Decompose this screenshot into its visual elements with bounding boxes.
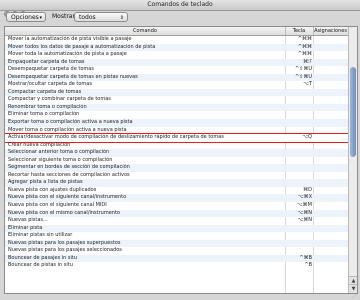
command-cell: Seleccionar siguiente toma o compilación [8, 156, 113, 163]
key-cell: ⌥⌘N [297, 209, 312, 216]
table-row[interactable]: Nuevas pistas... ⌥⌘N [5, 217, 348, 225]
options-menu-button[interactable]: Opciones ▾ [6, 12, 46, 22]
command-cell: Compactar y combinar carpeta de tomas [8, 96, 111, 103]
table-row-highlighted[interactable]: Activar/desactivar modo de compilación d… [5, 133, 349, 142]
chevron-down-icon: ▾ [39, 15, 42, 21]
table-row[interactable]: Recortar hasta secciones de compilación … [5, 172, 348, 180]
command-cell: Seleccionar anterior toma o compilación [8, 149, 110, 156]
table-row[interactable]: Seleccionar siguiente toma o compilación [5, 157, 348, 165]
command-cell: Mostrar/ocultar carpeta de tomas [8, 81, 92, 88]
table-row[interactable]: Seleccionar anterior toma o compilación [5, 149, 348, 157]
window-title: Comandos de teclado [147, 1, 213, 8]
command-cell: Nuevas pistas... [8, 217, 48, 224]
column-header-command[interactable]: Comando [5, 27, 286, 35]
key-cell: ⌘ℱ [303, 58, 312, 65]
table-row[interactable]: Bouncear de pistas in situ ^B [5, 262, 348, 270]
command-cell: Nueva pista con el siguiente canal MIDI [8, 202, 107, 209]
key-cell: ^⌘⌘ [297, 36, 312, 42]
key-cell: ^⌘⌘ [297, 43, 312, 50]
command-cell: Desempaquetar carpeta de tomas en pistas… [8, 73, 138, 80]
command-cell: Recortar hasta secciones de compilación … [8, 171, 130, 178]
commands-table: Comando Tecla Asignaciones Mover la auto… [4, 26, 358, 294]
key-cell: ⌥T [303, 81, 312, 88]
key-cell: ⌥⌘X [297, 194, 312, 201]
table-row[interactable]: Renombrar toma o compilación [5, 103, 348, 112]
table-row[interactable]: Eliminar toma o compilación [5, 111, 348, 119]
key-cell: ⌥⌘N [297, 217, 312, 224]
table-row[interactable]: Nueva pista con ajustes duplicados ⌘D [5, 187, 348, 195]
table-row[interactable]: Nueva pista con el siguiente canal/instr… [5, 194, 348, 203]
command-cell: Exportar toma o compilación activa a nue… [8, 119, 133, 126]
command-cell: Nueva pista con el mismo canal/instrumen… [8, 209, 120, 216]
table-row[interactable]: Crear nueva compilación [5, 142, 348, 150]
table-row[interactable]: Mover todos los datos de pasaje a automa… [5, 43, 348, 52]
table-row[interactable]: Eliminar pistas sin utilizar [5, 232, 348, 240]
table-row[interactable]: Eliminar pista [5, 224, 348, 233]
command-cell: Bouncear de pistas in situ [8, 262, 73, 269]
command-cell: Compactar carpeta de tomas [8, 88, 82, 95]
table-row[interactable]: Desempaquetar carpeta de tomas en pistas… [5, 73, 348, 82]
title-bar: Comandos de teclado [0, 0, 360, 17]
show-select-value: todos [79, 14, 96, 21]
table-row[interactable]: Nuevas pistas para los pasajes superpues… [5, 239, 348, 248]
table-row[interactable]: Nuevas pistas para los pasajes seleccion… [5, 247, 348, 255]
table-row[interactable]: Compactar carpeta de tomas [5, 88, 348, 97]
scrollbar-thumb[interactable] [350, 67, 356, 157]
command-cell: Desempaquetar carpeta de tomas [8, 66, 94, 73]
table-row[interactable]: Mostrar/ocultar carpeta de tomas ⌥T [5, 81, 348, 89]
show-select[interactable]: todos ⇕ [74, 12, 128, 22]
key-cell: ^B [304, 262, 312, 269]
command-cell: Nuevas pistas para los pasajes seleccion… [8, 247, 122, 254]
command-cell: Nueva pista con el siguiente canal/instr… [8, 194, 127, 201]
command-cell: Nueva pista con ajustes duplicados [8, 186, 97, 193]
table-body: Mover la automatización de pista visible… [5, 36, 349, 270]
command-cell: Mover todos los datos de pasaje a automa… [8, 43, 156, 50]
table-row[interactable]: Mover toma o compilación activa a nueva … [5, 127, 348, 135]
table-row[interactable]: Mover la automatización de pista visible… [5, 36, 348, 44]
toolbar: Opciones ▾ Mostrar: todos ⇕ [0, 11, 360, 24]
column-header-key[interactable]: Tecla [285, 27, 314, 35]
key-cell: ⌥⌘M [296, 202, 312, 209]
command-cell: Crear nueva compilación [8, 141, 71, 148]
table-row[interactable]: Exportar toma o compilación activa a nue… [5, 119, 348, 127]
table-header: Comando Tecla Asignaciones [5, 27, 348, 36]
key-cell: ^⌘B [299, 254, 312, 261]
column-header-assignments[interactable]: Asignaciones [313, 27, 348, 35]
command-cell: Segmentar en bordes de sección de compil… [8, 164, 130, 171]
keyboard-commands-window: Comandos de teclado Opciones ▾ Mostrar: … [0, 0, 360, 300]
key-cell: ⌘D [303, 186, 312, 193]
options-label: Opciones [11, 14, 39, 21]
table-row[interactable]: Segmentar en bordes de sección de compil… [5, 164, 348, 172]
key-cell: ⌥Q [302, 134, 312, 141]
table-row[interactable]: Compactar y combinar carpeta de tomas [5, 96, 348, 104]
command-cell: Mover toma o compilación activa a nueva … [8, 126, 127, 133]
table-row[interactable]: Nueva pista con el mismo canal/instrumen… [5, 209, 348, 218]
command-cell: Nuevas pistas para los pasajes superpues… [8, 239, 121, 246]
command-cell: Agregar pista a lista de pistas [8, 179, 83, 186]
command-cell: Activar/desactivar modo de compilación d… [8, 134, 224, 141]
command-cell: Mover toda la automatización de pista a … [8, 51, 127, 58]
command-cell: Eliminar pista [8, 224, 43, 231]
table-row[interactable]: Nueva pista con el siguiente canal MIDI ⌥… [5, 202, 348, 210]
table-row[interactable]: Agregar pista a lista de pistas [5, 179, 348, 187]
table-row[interactable]: Mover toda la automatización de pista a … [5, 51, 348, 59]
vertical-scrollbar[interactable]: ▲ ▼ [348, 27, 357, 293]
resize-grip-icon[interactable]: ⋰ [352, 292, 358, 299]
command-cell: Mover la automatización de pista visible… [8, 36, 132, 42]
command-cell: Eliminar toma o compilación [8, 111, 80, 118]
key-cell: ^⇧⌘U [294, 66, 312, 73]
table-row[interactable]: Bouncear de pasajes in situ ^⌘B [5, 254, 348, 263]
command-cell: Bouncear de pasajes in situ [8, 254, 78, 261]
table-row[interactable]: Empaquetar carpeta de tomas ⌘ℱ [5, 58, 348, 67]
updown-arrows-icon: ⇕ [119, 15, 124, 21]
command-cell: Renombrar toma o compilación [8, 103, 87, 110]
command-cell: Empaquetar carpeta de tomas [8, 58, 85, 65]
table-row[interactable]: Desempaquetar carpeta de tomas ^⇧⌘U [5, 66, 348, 74]
key-cell: ^⇧⌘U [294, 73, 312, 80]
key-cell: ^⌘⌘ [297, 51, 312, 58]
command-cell: Eliminar pistas sin utilizar [8, 232, 73, 239]
